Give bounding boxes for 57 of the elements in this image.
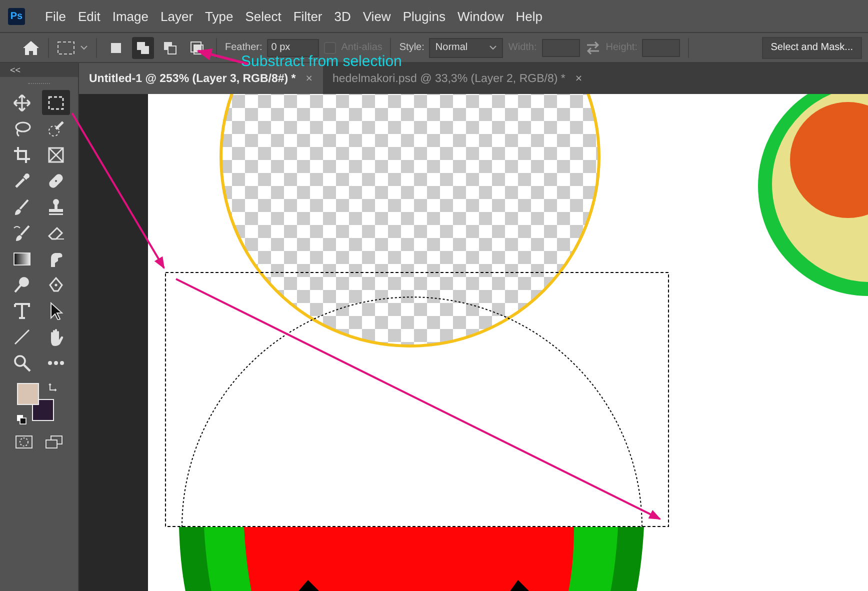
- stamp-icon: [47, 198, 65, 216]
- crop-icon: [13, 146, 31, 164]
- menu-item[interactable]: Edit: [72, 8, 106, 24]
- dashed-rectangle-icon: [47, 94, 65, 112]
- overlapping-squares-icon: [136, 40, 150, 54]
- feather-field[interactable]: 0 px: [267, 38, 320, 56]
- height-field[interactable]: [642, 38, 680, 56]
- default-colors-icon[interactable]: [17, 415, 27, 425]
- intersect-squares-icon: [190, 40, 204, 54]
- magnifier-icon: [13, 354, 31, 372]
- subtract-squares-icon: [163, 40, 177, 54]
- menu-item[interactable]: Type: [199, 8, 240, 24]
- swap-colors-icon[interactable]: [48, 383, 58, 393]
- menu-item[interactable]: View: [356, 8, 397, 24]
- brush-icon: [13, 198, 31, 216]
- lasso-icon: [13, 120, 31, 138]
- home-icon[interactable]: [22, 40, 40, 56]
- menu-item[interactable]: Window: [451, 8, 510, 24]
- close-tab-icon[interactable]: ×: [575, 72, 582, 84]
- move-arrows-icon: [13, 94, 31, 112]
- type-letter-icon: [13, 302, 31, 320]
- brush-selection-icon: [47, 120, 65, 138]
- style-dropdown[interactable]: Normal: [429, 38, 504, 58]
- foreground-color-swatch[interactable]: [17, 383, 39, 405]
- caret-icon: [489, 44, 498, 50]
- menu-item[interactable]: Select: [239, 8, 288, 24]
- app-logo: Ps: [8, 8, 25, 24]
- width-field[interactable]: [542, 38, 580, 56]
- eyedropper-icon: [13, 172, 31, 190]
- pen-nib-icon: [47, 276, 65, 294]
- dashed-rectangle-icon[interactable]: [57, 40, 75, 54]
- menu-item[interactable]: Layer: [154, 8, 200, 24]
- menu-item[interactable]: File: [39, 8, 72, 24]
- history-brush-icon: [13, 224, 31, 242]
- dodge-icon: [13, 276, 31, 294]
- square-icon: [109, 40, 123, 54]
- select-and-mask-button[interactable]: Select and Mask...: [762, 36, 862, 58]
- line-icon: [13, 328, 31, 346]
- caret-icon[interactable]: [80, 44, 88, 50]
- tool-button[interactable]: [42, 90, 70, 115]
- frame-icon: [47, 146, 65, 164]
- background-color-swatch[interactable]: [32, 399, 54, 421]
- collapse-toggle[interactable]: <<: [0, 63, 78, 77]
- quick-mask-icon[interactable]: [15, 435, 33, 449]
- close-tab-icon[interactable]: ×: [306, 72, 312, 84]
- menu-item[interactable]: Help: [510, 8, 548, 24]
- swap-arrows-icon[interactable]: [584, 40, 601, 54]
- gradient-icon: [13, 250, 31, 268]
- menu-item[interactable]: Plugins: [396, 8, 452, 24]
- style-label: Style:: [399, 42, 424, 53]
- selection-mode-button[interactable]: [132, 36, 154, 58]
- menu-item[interactable]: Image: [106, 8, 154, 24]
- menu-item[interactable]: Filter: [287, 8, 328, 24]
- feather-label: Feather:: [225, 42, 262, 53]
- ellipsis-icon: [47, 358, 65, 366]
- menu-item[interactable]: 3D: [328, 8, 357, 24]
- screen-mode-icon[interactable]: [45, 435, 63, 449]
